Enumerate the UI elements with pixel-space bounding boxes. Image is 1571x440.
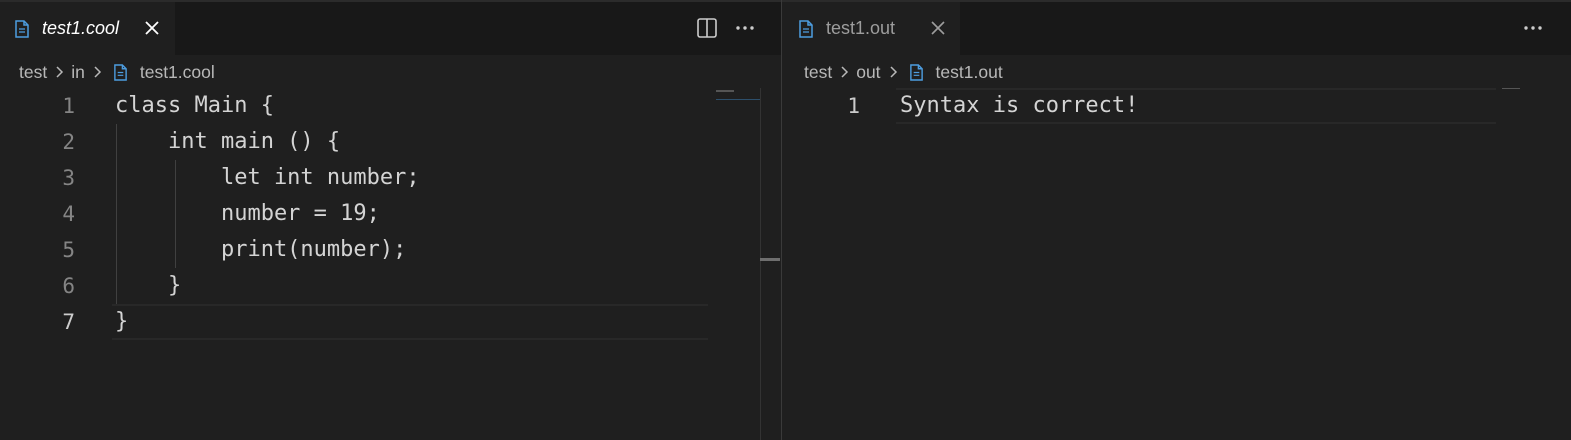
breadcrumb-item[interactable]: test xyxy=(19,62,47,83)
line-number: 1 xyxy=(847,94,860,118)
file-icon xyxy=(114,63,127,81)
scrollbar-thumb[interactable] xyxy=(760,258,780,261)
line-number: 2 xyxy=(62,130,75,154)
vertical-scrollbar[interactable] xyxy=(760,88,761,440)
line-number: 7 xyxy=(62,310,75,334)
line-text: class Main { xyxy=(115,93,274,118)
line-number: 1 xyxy=(62,94,75,118)
code-line[interactable]: 3 let int number; xyxy=(0,160,781,196)
breadcrumb-item[interactable]: test1.out xyxy=(936,62,1003,83)
line-text: print(number); xyxy=(115,237,407,262)
line-text: int main () { xyxy=(115,129,341,154)
line-text: let int number; xyxy=(115,165,420,190)
tab-test1-cool[interactable]: test1.cool xyxy=(0,2,175,55)
code-line[interactable]: 5 print(number); xyxy=(0,232,781,268)
right-tab-bar: test1.out xyxy=(782,0,1571,55)
file-icon xyxy=(909,63,923,81)
editor-actions xyxy=(696,16,756,40)
line-text: Syntax is correct! xyxy=(900,93,1139,118)
line-text: } xyxy=(115,309,129,334)
tab-label: test1.cool xyxy=(42,18,120,38)
tab-test1-out[interactable]: test1.out xyxy=(782,2,960,55)
code-line[interactable]: 1 Syntax is correct! xyxy=(782,88,1571,124)
chevron-right-icon xyxy=(841,66,849,78)
minimap[interactable] xyxy=(1502,88,1520,89)
line-number: 3 xyxy=(62,166,75,190)
minimap[interactable] xyxy=(716,90,734,92)
minimap-slider[interactable] xyxy=(716,99,760,100)
tab-label: test1.out xyxy=(826,18,896,38)
code-line[interactable]: 1 class Main { xyxy=(0,88,781,124)
split-editor-icon[interactable] xyxy=(696,17,718,39)
chevron-right-icon xyxy=(94,66,101,78)
line-text: } xyxy=(115,273,182,298)
line-number: 6 xyxy=(62,274,75,298)
chevron-right-icon xyxy=(56,66,64,78)
breadcrumb-item[interactable]: out xyxy=(856,62,880,83)
chevron-right-icon xyxy=(890,66,897,78)
more-actions-icon[interactable] xyxy=(734,17,756,39)
breadcrumb-item[interactable]: in xyxy=(71,62,85,83)
close-icon[interactable] xyxy=(144,20,160,36)
breadcrumb-item[interactable]: test1.cool xyxy=(140,62,215,83)
breadcrumb: test out test1.out xyxy=(804,60,1003,84)
editor-actions xyxy=(1522,16,1544,40)
breadcrumb-item[interactable]: test xyxy=(804,62,832,83)
left-editor-group: test1.cool test in test1.cool 1 class Ma… xyxy=(0,0,781,440)
code-line[interactable]: 4 number = 19; xyxy=(0,196,781,232)
left-tab-bar: test1.cool xyxy=(0,0,781,55)
code-line[interactable]: 7 } xyxy=(0,304,781,340)
more-actions-icon[interactable] xyxy=(1522,17,1544,39)
file-icon xyxy=(15,19,29,38)
code-line[interactable]: 2 int main () { xyxy=(0,124,781,160)
line-number: 5 xyxy=(62,238,75,262)
breadcrumb: test in test1.cool xyxy=(19,60,215,84)
close-icon[interactable] xyxy=(930,20,946,36)
file-icon xyxy=(799,19,813,38)
line-text: number = 19; xyxy=(115,201,380,226)
code-line[interactable]: 6 } xyxy=(0,268,781,304)
right-editor-group: test1.out test out test1.out 1 Syntax is… xyxy=(782,0,1571,440)
line-number: 4 xyxy=(62,202,75,226)
